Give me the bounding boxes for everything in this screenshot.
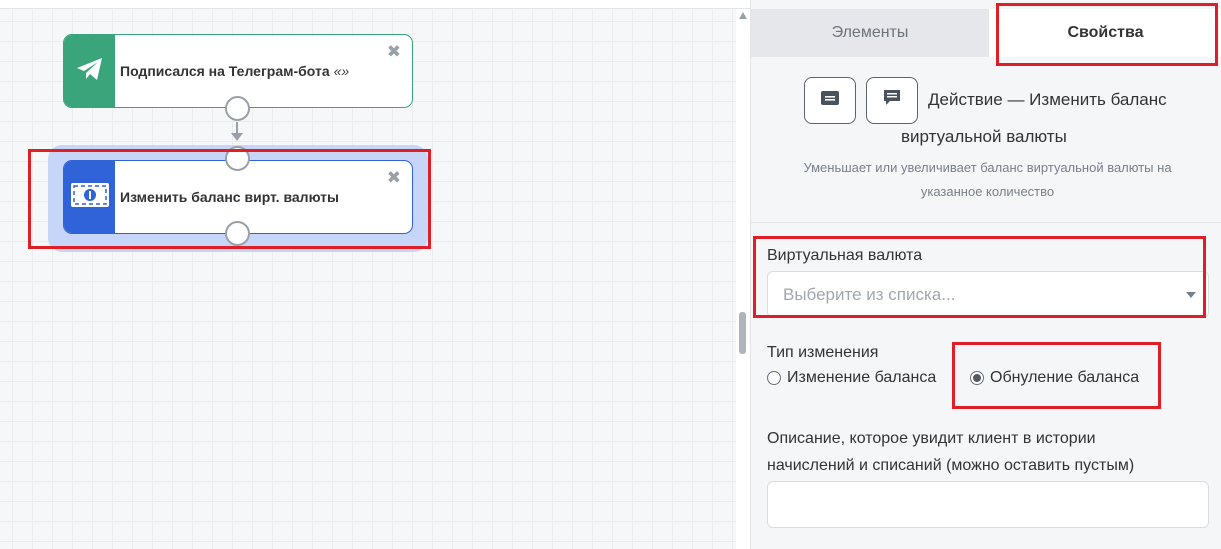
section-divider	[751, 222, 1221, 223]
description-label-line2: начислений и списаний (можно оставить пу…	[767, 457, 1135, 474]
description-textarea[interactable]	[767, 481, 1209, 528]
highlight-box-currency	[753, 236, 1206, 318]
card-icon	[821, 91, 839, 110]
tab-elements[interactable]: Элементы	[751, 9, 989, 57]
highlight-box-node	[28, 149, 431, 249]
telegram-icon	[76, 56, 104, 87]
connector-arrow-icon	[231, 133, 243, 141]
scroll-up-icon[interactable]	[739, 12, 747, 19]
node-title-quote: «»	[333, 63, 350, 79]
radio-change-balance[interactable]: Изменение баланса	[767, 369, 936, 387]
scrollbar-thumb[interactable]	[739, 312, 746, 354]
highlight-box-reset-option	[952, 342, 1161, 409]
node-icon-cell	[64, 35, 115, 107]
comment-button[interactable]	[866, 77, 918, 124]
radio-label: Изменение баланса	[787, 369, 937, 386]
highlight-box-properties-tab	[996, 3, 1218, 66]
node-title: Подписался на Телеграм-бота «»	[115, 35, 412, 107]
action-description: Уменьшает или увеличивает баланс виртуал…	[803, 160, 1172, 199]
node-output-port[interactable]	[225, 96, 250, 121]
comment-icon	[883, 89, 901, 112]
change-type-label: Тип изменения	[767, 344, 879, 361]
flow-canvas[interactable]: Подписался на Телеграм-бота «» ✖ Изменит…	[0, 9, 736, 549]
description-label-line1: Описание, которое увидит клиент в истори…	[767, 430, 1096, 447]
action-title-line2: виртуальной валюты	[901, 127, 1067, 146]
node-title-text: Подписался на Телеграм-бота	[120, 63, 330, 79]
radio-button[interactable]	[767, 371, 781, 385]
action-title-line1: Действие — Изменить баланс	[928, 90, 1167, 109]
close-icon[interactable]: ✖	[387, 44, 401, 61]
card-view-button[interactable]	[804, 77, 856, 124]
